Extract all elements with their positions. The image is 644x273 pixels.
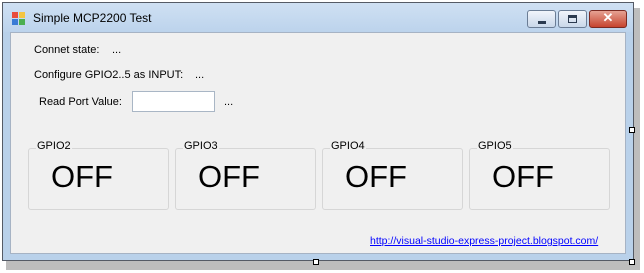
maximize-button[interactable] bbox=[558, 10, 587, 28]
gpio-state: OFF bbox=[345, 159, 407, 194]
gpio-state: OFF bbox=[198, 159, 260, 194]
gpio-group: GPIO4 OFF bbox=[322, 140, 463, 210]
maximize-icon bbox=[568, 15, 577, 23]
resize-handle-bottom[interactable] bbox=[313, 259, 319, 265]
title-bar[interactable]: Simple MCP2200 Test ✕ bbox=[3, 3, 633, 32]
close-button[interactable]: ✕ bbox=[589, 10, 627, 28]
window-title: Simple MCP2200 Test bbox=[33, 11, 152, 25]
gpio-group: GPIO2 OFF bbox=[28, 140, 169, 210]
connect-state-value: ... bbox=[112, 44, 122, 56]
gpio-state: OFF bbox=[51, 159, 113, 194]
configure-gpio-value: ... bbox=[195, 69, 205, 81]
close-icon: ✕ bbox=[602, 10, 614, 25]
gpio-label: GPIO3 bbox=[183, 140, 219, 152]
read-port-label: Read Port Value: bbox=[39, 96, 122, 108]
app-window: Simple MCP2200 Test ✕ Connet state: ... … bbox=[2, 2, 634, 261]
gpio-label: GPIO2 bbox=[36, 140, 72, 152]
minimize-button[interactable] bbox=[527, 10, 556, 28]
read-port-input[interactable] bbox=[132, 91, 215, 112]
gpio-label: GPIO4 bbox=[330, 140, 366, 152]
gpio-state: OFF bbox=[492, 159, 554, 194]
read-port-status: ... bbox=[224, 96, 234, 108]
resize-handle-corner[interactable] bbox=[629, 259, 635, 265]
blog-link[interactable]: http://visual-studio-express-project.blo… bbox=[370, 235, 598, 247]
client-area: Connet state: ... Configure GPIO2..5 as … bbox=[10, 32, 626, 254]
resize-handle-right[interactable] bbox=[629, 127, 635, 133]
gpio-label: GPIO5 bbox=[477, 140, 513, 152]
app-icon bbox=[12, 12, 26, 26]
gpio-group: GPIO3 OFF bbox=[175, 140, 316, 210]
configure-gpio-label: Configure GPIO2..5 as INPUT: bbox=[34, 69, 184, 81]
connect-state-label: Connet state: bbox=[34, 44, 100, 56]
minimize-icon bbox=[538, 21, 546, 24]
gpio-group: GPIO5 OFF bbox=[469, 140, 610, 210]
